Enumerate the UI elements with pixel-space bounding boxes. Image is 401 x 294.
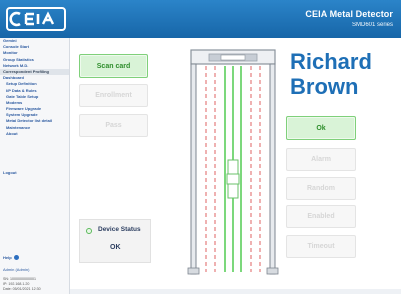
ceia-logo (6, 6, 66, 32)
gate-illustration (187, 49, 279, 275)
device-status-panel: Device Status OK (79, 219, 151, 263)
pass-button[interactable]: Pass (79, 114, 148, 137)
sidebar-item-about[interactable]: About (0, 131, 69, 137)
help-icon (13, 255, 19, 260)
timeout-button[interactable]: Timeout (286, 235, 356, 258)
device-status-value: OK (110, 244, 121, 251)
person-first-name: Richard (290, 49, 372, 74)
system-info-date: Date: 05/01/2021 12:30 (3, 287, 41, 291)
person-name: Richard Brown (290, 49, 395, 99)
sidebar: Gemini Console Start Monitor Group Stati… (0, 38, 70, 294)
header-subtitle: SMD601 series (351, 22, 393, 28)
ok-button[interactable]: Ok (286, 116, 356, 140)
user-link[interactable]: Admin (Admin) (3, 267, 29, 272)
help-link[interactable]: Help (3, 255, 19, 260)
scan-card-button[interactable]: Scan card (79, 54, 148, 78)
footer-bar (70, 289, 401, 294)
status-led-icon (86, 228, 92, 234)
alarm-button[interactable]: Alarm (286, 148, 356, 171)
system-info: SN: 1000000000001 IP: 192.168.1.20 Date:… (3, 277, 41, 292)
logout-link[interactable]: Logout (3, 170, 17, 175)
enrollment-button[interactable]: Enrollment (79, 84, 148, 107)
device-status-label: Device Status (98, 226, 141, 233)
help-label: Help (3, 255, 12, 260)
metal-detector-gate (185, 48, 281, 276)
header-title: CEIA Metal Detector (305, 9, 393, 19)
enabled-button[interactable]: Enabled (286, 205, 356, 228)
app-header: CEIA Metal Detector SMD601 series (0, 0, 401, 38)
random-button[interactable]: Random (286, 177, 356, 200)
person-last-name: Brown (290, 74, 359, 99)
sidebar-nav: Gemini Console Start Monitor Group Stati… (0, 38, 69, 137)
